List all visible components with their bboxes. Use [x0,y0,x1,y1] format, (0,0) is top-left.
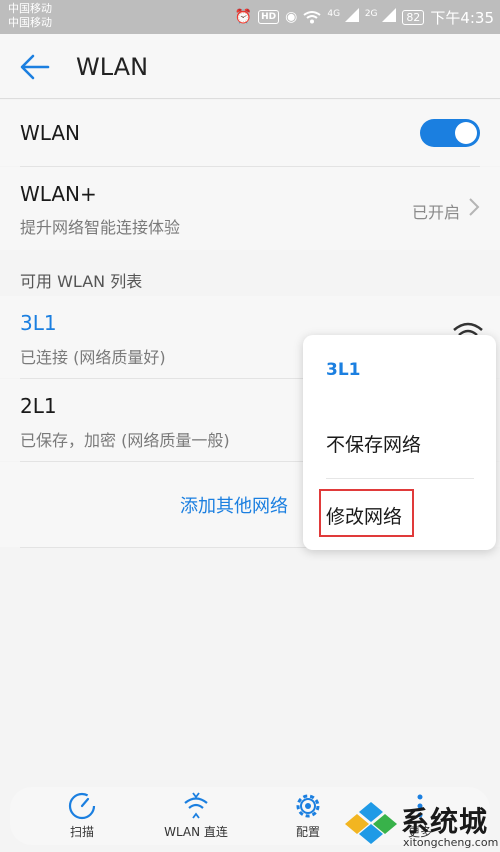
scan-icon [68,792,96,820]
battery-icon: 82 [402,9,425,25]
watermark-logo-icon [345,802,397,844]
switch-knob [455,122,477,144]
wifi-status-icon [303,11,321,24]
watermark-brand: 系统城 [401,805,489,838]
app-bar-divider [0,98,500,99]
signal-2g: 2G [364,8,397,26]
scan-button[interactable]: 扫描 [32,791,132,840]
menu-title: 3L1 [326,360,361,380]
carrier-1: 中国移动 [8,2,52,15]
wlan-plus-title: WLAN+ [20,182,97,206]
status-bar: 中国移动 中国移动 ⏰ HD ◉ 4G 2G 82 下午4:35 [0,0,500,34]
gear-icon [296,794,320,818]
forget-network-item[interactable]: 不保存网络 [326,430,421,457]
back-arrow-icon[interactable] [20,54,50,80]
hd-icon: HD [258,10,280,24]
page-title: WLAN [76,53,149,81]
chevron-right-icon [469,198,480,216]
wlan-plus-subtitle: 提升网络智能连接体验 [20,218,181,237]
network-2g-label: 2G [364,9,378,19]
status-indicators: ⏰ HD ◉ 4G 2G 82 下午4:35 [235,6,494,28]
wlan-direct-label: WLAN 直连 [164,825,228,839]
carrier-2: 中国移动 [8,16,52,29]
alarm-icon: ⏰ [234,9,253,25]
highlight-box [319,489,414,537]
network-list-header: 可用 WLAN 列表 [20,272,143,291]
wlan-plus-status: 已开启 [411,203,460,222]
network-name: 2L1 [20,394,57,418]
add-network-link[interactable]: 添加其他网络 [180,492,288,518]
eye-comfort-icon: ◉ [285,9,298,25]
wlan-plus-row[interactable]: WLAN+ 提升网络智能连接体验 已开启 [0,167,500,250]
network-status: 已保存，加密 (网络质量一般) [20,431,230,450]
signal-4g: 4G [327,8,359,26]
signal-bars-icon [382,8,397,22]
wlan-toggle-label: WLAN [20,121,81,145]
watermark-url: xitongcheng.com [403,836,499,849]
config-label: 配置 [295,825,320,839]
network-name: 3L1 [20,311,57,335]
network-4g-label: 4G [327,9,341,19]
config-button[interactable]: 配置 [258,791,358,840]
network-status: 已连接 (网络质量好) [20,348,166,367]
menu-divider [326,478,474,479]
wlan-switch[interactable] [420,119,480,147]
scan-label: 扫描 [69,825,94,839]
watermark: 系统城 xitongcheng.com [345,798,500,852]
clock: 下午4:35 [430,8,494,27]
signal-bars-icon [344,8,359,22]
app-bar: WLAN [0,34,500,98]
wlan-toggle-row[interactable]: WLAN [0,100,500,166]
wlan-direct-button[interactable]: WLAN 直连 [146,791,246,840]
wlan-direct-icon [184,792,208,819]
